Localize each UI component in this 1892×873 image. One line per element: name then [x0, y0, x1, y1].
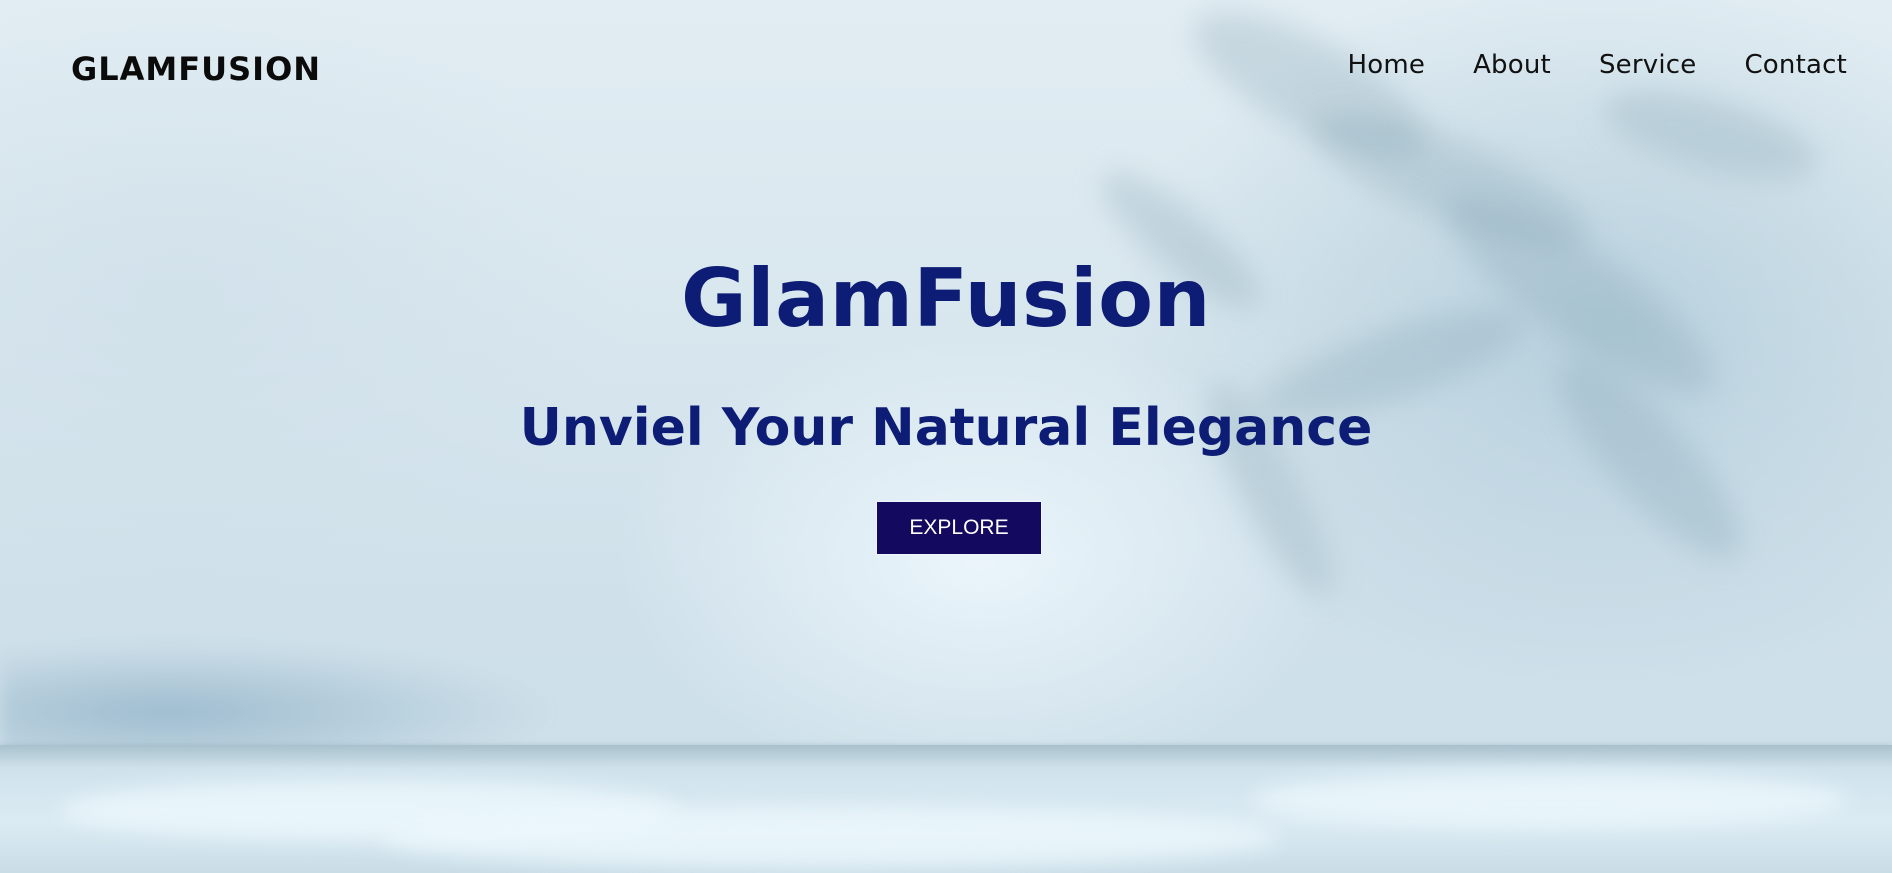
- nav-link-contact[interactable]: Contact: [1744, 50, 1847, 80]
- main-nav: Home About Service Contact: [1347, 50, 1847, 80]
- nav-link-service[interactable]: Service: [1599, 50, 1697, 80]
- hero-subtitle: Unviel Your Natural Elegance: [519, 398, 1373, 458]
- nav-link-about[interactable]: About: [1473, 50, 1551, 80]
- nav-link-home[interactable]: Home: [1347, 50, 1425, 80]
- site-logo[interactable]: GLAMFUSION: [71, 50, 321, 88]
- site-header: GLAMFUSION Home About Service Contact: [0, 0, 1892, 140]
- explore-button[interactable]: EXPLORE: [876, 501, 1042, 555]
- hero-title: GlamFusion: [681, 252, 1211, 345]
